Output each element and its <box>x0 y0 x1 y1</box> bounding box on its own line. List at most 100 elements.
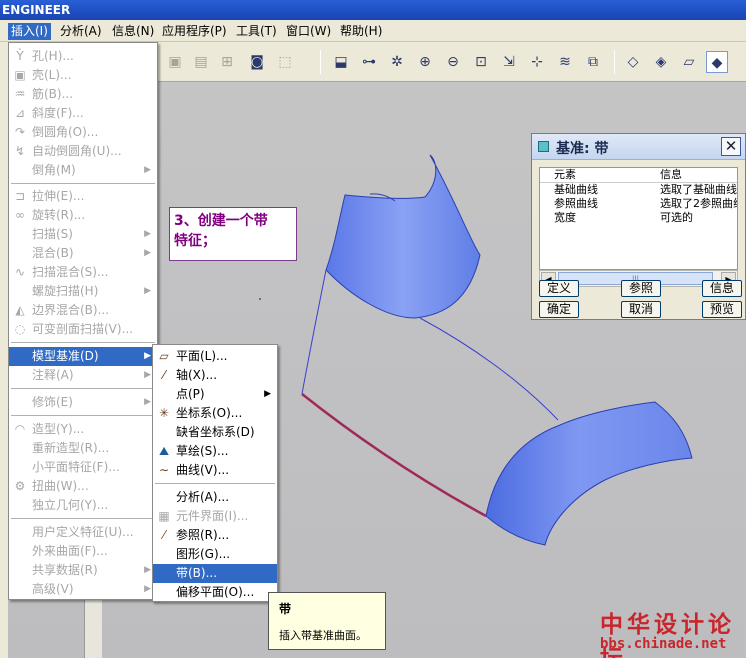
reference-curve-right <box>419 317 559 421</box>
submenu-item-sketch[interactable]: ⛰ 草绘(S)... <box>153 442 277 461</box>
tutorial-note: 3、创建一个带 特征； <box>169 207 297 261</box>
menu-item-facet-feature[interactable]: 小平面特征(F)... <box>9 458 157 477</box>
forum-watermark: 中华设计论坛 bbs.chinade.net <box>598 605 740 658</box>
preview-button[interactable]: 预览 <box>702 301 742 318</box>
menu-item-model-datum[interactable]: 模型基准(D) ▶ <box>9 347 157 366</box>
info-button[interactable]: 信息 <box>702 280 742 297</box>
list-cell-info: 选取了基础曲线 <box>660 183 737 196</box>
menu-item-helical-sweep[interactable]: 螺旋扫描(H) ▶ <box>9 282 157 301</box>
menu-item-extrude[interactable]: ⊐ 拉伸(E)... <box>9 187 157 206</box>
list-cell-element[interactable]: 基础曲线 <box>554 183 658 197</box>
menu-item-draft[interactable]: ⊿ 斜度(F)... <box>9 104 157 123</box>
hole-icon: Ỳ <box>16 49 24 63</box>
menu-item-shared-data[interactable]: 共享数据(R) ▶ <box>9 561 157 580</box>
base-curve <box>301 393 487 518</box>
submenu-item-component-interface[interactable]: ▦ 元件界面(I)... <box>153 507 277 526</box>
submenu-item-graph[interactable]: 图形(G)... <box>153 545 277 564</box>
lower-band-surface <box>485 401 693 546</box>
dialog-title-bar[interactable]: 基准: 带 ✕ <box>532 134 745 160</box>
rib-icon: ♒ <box>14 87 26 101</box>
menu-item-auto-round[interactable]: ↯ 自动倒圆角(U)... <box>9 142 157 161</box>
menu-item-annotation[interactable]: 注释(A) ▶ <box>9 366 157 385</box>
submenu-item-offset-plane[interactable]: 偏移平面(O)... <box>153 583 277 602</box>
chevron-right-icon: ▶ <box>144 370 151 380</box>
chevron-right-icon: ▶ <box>144 351 151 361</box>
ok-button[interactable]: 确定 <box>539 301 579 318</box>
menu-item-user-defined-feature[interactable]: 用户定义特征(U)... <box>9 523 157 542</box>
column-element: 元素 <box>554 168 576 181</box>
menu-item-revolve[interactable]: ∞ 旋转(R)... <box>9 206 157 225</box>
element-list-header: 元素 信息 <box>540 168 737 183</box>
reference-icon: ⁄ <box>162 528 165 542</box>
tooltip-text: 插入带基准曲面。 <box>279 629 367 642</box>
upper-band-surface <box>325 154 481 319</box>
submenu-item-point[interactable]: 点(P) ▶ <box>153 385 277 404</box>
extrude-icon: ⊐ <box>14 189 26 203</box>
references-button[interactable]: 参照 <box>621 280 661 297</box>
chevron-right-icon: ▶ <box>144 248 151 258</box>
menu-item-sweep[interactable]: 扫描(S) ▶ <box>9 225 157 244</box>
submenu-item-ribbon[interactable]: 带(B)... <box>153 564 277 583</box>
chevron-right-icon: ▶ <box>144 165 151 175</box>
list-cell-element[interactable]: 宽度 <box>554 211 658 225</box>
note-line-1: 3、创建一个带 <box>174 213 268 229</box>
menu-item-cosmetic[interactable]: 修饰(E) ▶ <box>9 393 157 412</box>
close-icon[interactable]: ✕ <box>721 137 741 156</box>
model-datum-submenu: ▱ 平面(L)... ⁄ 轴(X)... 点(P) ▶ ✳ 坐标系(O)... 缺省坐标… <box>152 344 278 602</box>
menu-item-variable-sweep[interactable]: ◌ 可变剖面扫描(V)... <box>9 320 157 339</box>
note-line-2: 特征； <box>174 233 216 249</box>
menu-item-warp[interactable]: ⚙ 扭曲(W)... <box>9 477 157 496</box>
variable-sweep-icon: ◌ <box>14 322 26 336</box>
menu-item-style[interactable]: ◠ 造型(Y)... <box>9 420 157 439</box>
element-list[interactable]: 元素 信息 基础曲线 选取了基础曲线 参照曲线 选取了2参照曲线 宽度 可选的 <box>539 167 738 270</box>
submenu-item-plane[interactable]: ▱ 平面(L)... <box>153 347 277 366</box>
list-cell-info: 可选的 <box>660 211 693 224</box>
column-info: 信息 <box>660 168 682 181</box>
round-icon: ↷ <box>14 125 26 139</box>
dialog-icon <box>538 141 549 152</box>
tooltip: 带 插入带基准曲面。 <box>268 592 386 650</box>
submenu-item-reference[interactable]: ⁄ 参照(R)... <box>153 526 277 545</box>
menu-item-boundary-blend[interactable]: ◭ 边界混合(B)... <box>9 301 157 320</box>
menu-item-foreign-surface[interactable]: 外来曲面(F)... <box>9 542 157 561</box>
chevron-right-icon: ▶ <box>144 584 151 594</box>
reference-curve-left <box>301 269 327 395</box>
submenu-item-default-csys[interactable]: 缺省坐标系(D) <box>153 423 277 442</box>
revolve-icon: ∞ <box>15 208 25 222</box>
list-cell-info: 选取了2参照曲线 <box>660 197 737 210</box>
draft-icon: ⊿ <box>14 106 26 120</box>
tooltip-title: 带 <box>279 602 292 616</box>
menu-item-swept-blend[interactable]: ∿ 扫描混合(S)... <box>9 263 157 282</box>
dialog-title: 基准: 带 <box>556 141 609 157</box>
submenu-item-axis[interactable]: ⁄ 轴(X)... <box>153 366 277 385</box>
chevron-right-icon: ▶ <box>144 397 151 407</box>
chevron-right-icon: ▶ <box>144 229 151 239</box>
menu-item-advanced[interactable]: 高级(V) ▶ <box>9 580 157 599</box>
shell-icon: ▣ <box>14 68 26 82</box>
submenu-item-csys[interactable]: ✳ 坐标系(O)... <box>153 404 277 423</box>
warp-icon: ⚙ <box>14 479 26 493</box>
menu-item-blend[interactable]: 混合(B) ▶ <box>9 244 157 263</box>
auto-round-icon: ↯ <box>14 144 26 158</box>
boundary-blend-icon: ◭ <box>15 303 25 317</box>
insert-menu: Ỳ 孔(H)... ▣ 壳(L)... ♒ 筋(B)... ⊿ 斜度(F)... ↷ 倒圆… <box>8 42 158 600</box>
define-button[interactable]: 定义 <box>539 280 579 297</box>
chevron-right-icon: ▶ <box>264 389 271 399</box>
chevron-right-icon: ▶ <box>144 286 151 296</box>
component-interface-icon: ▦ <box>158 509 170 523</box>
menu-item-chamfer[interactable]: 倒角(M) ▶ <box>9 161 157 180</box>
list-cell-element[interactable]: 参照曲线 <box>554 197 658 211</box>
csys-icon: ✳ <box>158 406 170 420</box>
ribbon-datum-dialog: 基准: 带 ✕ 元素 信息 基础曲线 选取了基础曲线 参照曲线 选取了2参照曲线… <box>531 133 746 320</box>
submenu-item-analysis[interactable]: 分析(A)... <box>153 488 277 507</box>
menu-item-shell[interactable]: ▣ 壳(L)... <box>9 66 157 85</box>
menu-item-rib[interactable]: ♒ 筋(B)... <box>9 85 157 104</box>
submenu-item-curve[interactable]: ∼ 曲线(V)... <box>153 461 277 480</box>
menu-item-round[interactable]: ↷ 倒圆角(O)... <box>9 123 157 142</box>
menu-item-restyle[interactable]: 重新造型(R)... <box>9 439 157 458</box>
menu-item-hole[interactable]: Ỳ 孔(H)... <box>9 47 157 66</box>
menu-item-independent-geometry[interactable]: 独立几何(Y)... <box>9 496 157 515</box>
cancel-button[interactable]: 取消 <box>621 301 661 318</box>
plane-icon: ▱ <box>159 349 169 363</box>
watermark-url: bbs.chinade.net <box>600 636 727 652</box>
